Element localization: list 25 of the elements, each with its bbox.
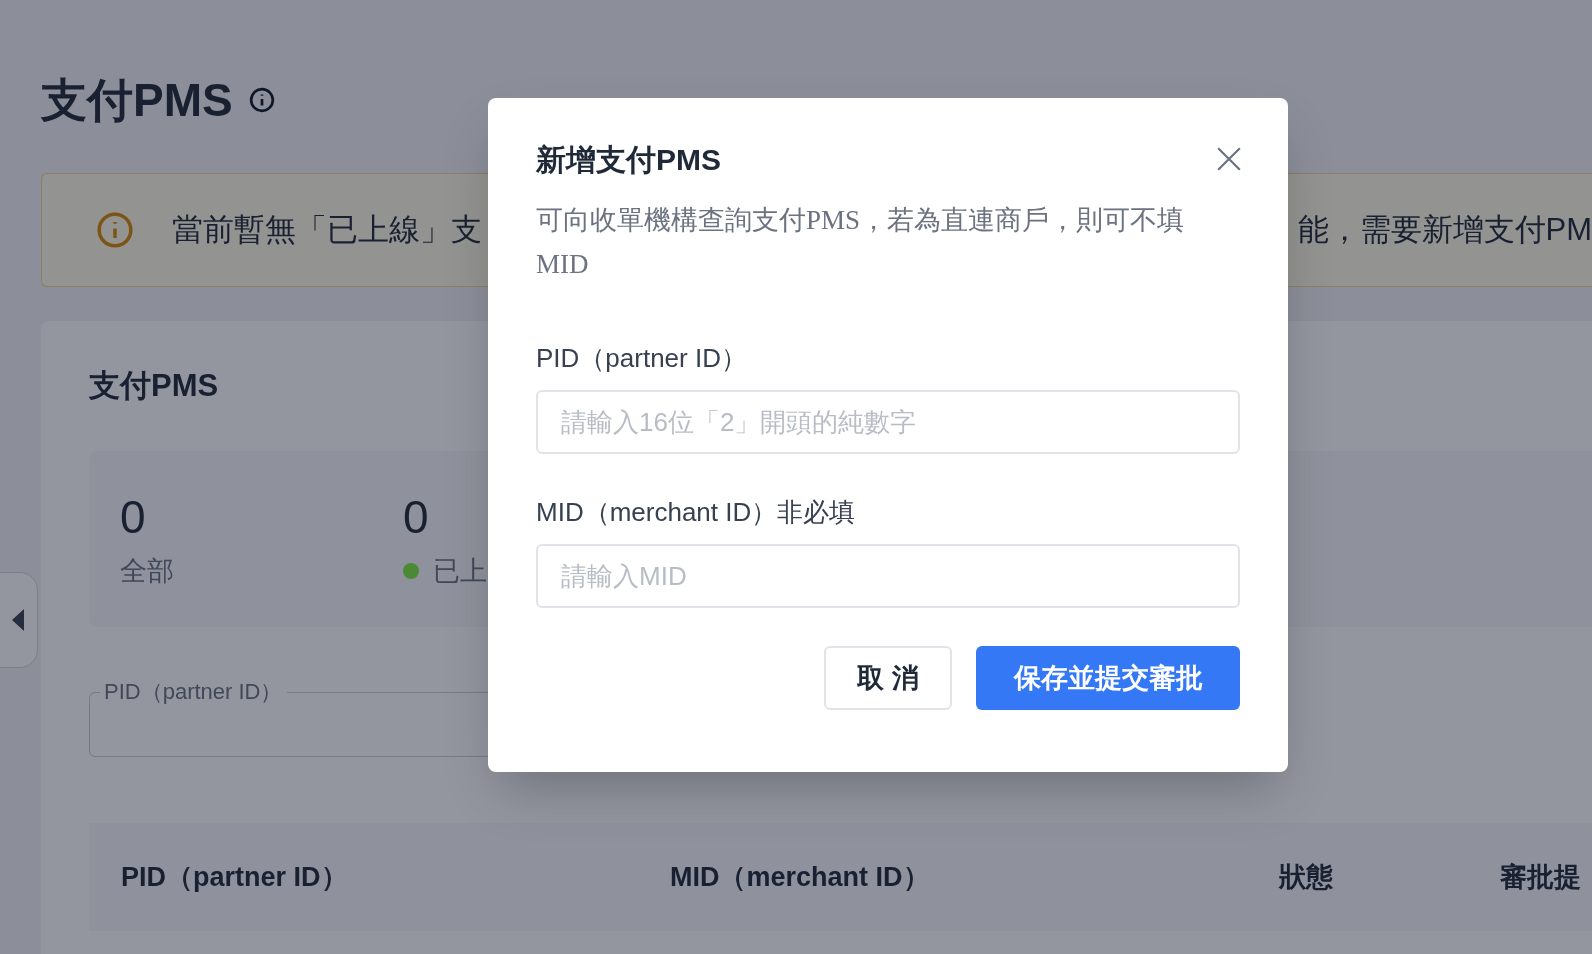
column-header: 審批提	[1500, 860, 1582, 894]
field-label: PID（partner ID）	[103, 678, 284, 706]
field-label: PID（partner ID）	[536, 341, 748, 375]
submit-button[interactable]: 保存並提交審批	[976, 646, 1240, 710]
column-header: MID（merchant ID）	[670, 860, 931, 894]
info-icon[interactable]	[248, 87, 275, 113]
info-icon	[96, 211, 134, 249]
cancel-button[interactable]: 取 消	[824, 646, 952, 710]
card-title: 支付PMS	[89, 366, 219, 405]
collapse-handle[interactable]	[0, 572, 38, 668]
alert-text: 當前暫無「已上線」支	[172, 210, 482, 249]
input-field[interactable]: 請輸入16位「2」開頭的純數字	[536, 390, 1240, 454]
stat-label: 已上	[433, 555, 487, 588]
field-label: MID（merchant ID）非必填	[536, 495, 857, 529]
caret-left-icon	[12, 609, 24, 631]
stat-value: 0	[403, 490, 429, 545]
stat-value: 0	[120, 490, 146, 545]
column-header: 狀態	[1279, 860, 1334, 894]
column-header: PID（partner ID）	[121, 860, 349, 894]
dialog-title: 新增支付PMS	[536, 141, 721, 178]
input-field[interactable]: 請輸入MID	[536, 544, 1240, 608]
alert-text: 能，需要新增支付PM	[1297, 210, 1592, 249]
stat-label: 全部	[120, 555, 174, 588]
dialog-description: 可向收單機構查詢支付PMS，若為直連商戶，則可不填MID	[536, 204, 1186, 281]
page-title: 支付PMS	[41, 72, 233, 128]
